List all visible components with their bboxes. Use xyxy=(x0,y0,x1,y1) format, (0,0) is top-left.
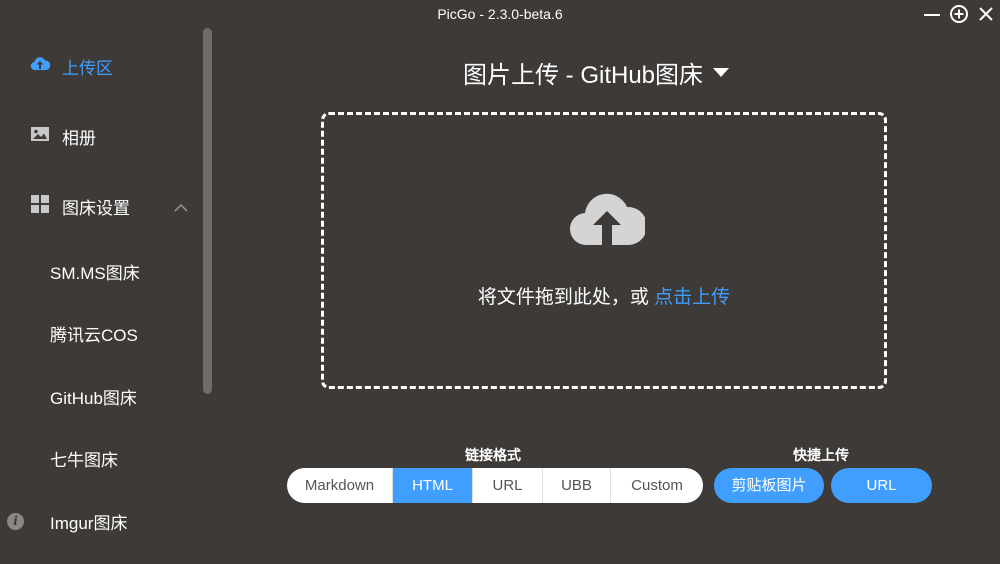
format-option-url[interactable]: URL xyxy=(473,468,543,503)
clipboard-upload-button[interactable]: 剪贴板图片 xyxy=(714,468,824,503)
sidebar-subitem-imgur[interactable]: Imgur图床 xyxy=(50,509,127,534)
sidebar-subitem-smms[interactable]: SM.MS图床 xyxy=(50,259,140,284)
format-option-html[interactable]: HTML xyxy=(393,468,473,503)
chevron-up-icon xyxy=(174,198,188,212)
drop-text: 将文件拖到此处，或 xyxy=(477,287,655,308)
format-option-ubb[interactable]: UBB xyxy=(543,468,611,503)
link-format-selector: Markdown HTML URL UBB Custom xyxy=(287,468,703,503)
image-icon xyxy=(30,124,50,144)
upload-cloud-icon xyxy=(30,54,51,74)
sidebar-subitem-github[interactable]: GitHub图床 xyxy=(50,384,137,409)
page-title-dropdown[interactable]: 图片上传 - GitHub图床 xyxy=(463,55,730,90)
sidebar-item-label: 上传区 xyxy=(62,59,113,78)
info-icon[interactable]: i xyxy=(7,513,24,530)
grid-icon xyxy=(30,194,50,214)
sidebar-item-label: 相册 xyxy=(62,129,96,148)
title-bar: PicGo - 2.3.0-beta.6 xyxy=(0,0,1000,28)
sidebar-item-picbed-settings[interactable]: 图床设置 xyxy=(0,184,200,224)
maximize-circle-icon[interactable] xyxy=(949,4,969,24)
format-option-custom[interactable]: Custom xyxy=(611,468,703,503)
upload-dropzone[interactable]: 将文件拖到此处，或 点击上传 xyxy=(321,112,887,389)
sidebar: 上传区 相册 图床设置 SM.MS图床 腾讯云COS GitHub图床 七牛图床… xyxy=(0,28,216,564)
minimize-icon[interactable] xyxy=(922,4,942,24)
window-title: PicGo - 2.3.0-beta.6 xyxy=(437,6,563,22)
sidebar-item-label: 图床设置 xyxy=(62,199,130,218)
sidebar-subitem-qiniu[interactable]: 七牛图床 xyxy=(50,446,118,471)
page-title: 图片上传 - GitHub图床 xyxy=(463,62,704,89)
link-format-label: 链接格式 xyxy=(465,447,521,463)
drop-instructions: 将文件拖到此处，或 点击上传 xyxy=(324,282,884,309)
sidebar-item-gallery[interactable]: 相册 xyxy=(0,114,200,154)
quick-upload-label: 快捷上传 xyxy=(793,447,849,463)
format-option-markdown[interactable]: Markdown xyxy=(287,468,393,503)
caret-down-icon xyxy=(713,68,730,77)
sidebar-subitem-tencent-cos[interactable]: 腾讯云COS xyxy=(50,321,138,346)
close-icon[interactable] xyxy=(976,4,996,24)
click-upload-link[interactable]: 点击上传 xyxy=(654,287,730,308)
url-upload-button[interactable]: URL xyxy=(831,468,932,503)
sidebar-item-upload[interactable]: 上传区 xyxy=(0,44,200,84)
upload-cloud-icon xyxy=(569,189,648,249)
sidebar-scrollbar[interactable] xyxy=(203,28,212,394)
